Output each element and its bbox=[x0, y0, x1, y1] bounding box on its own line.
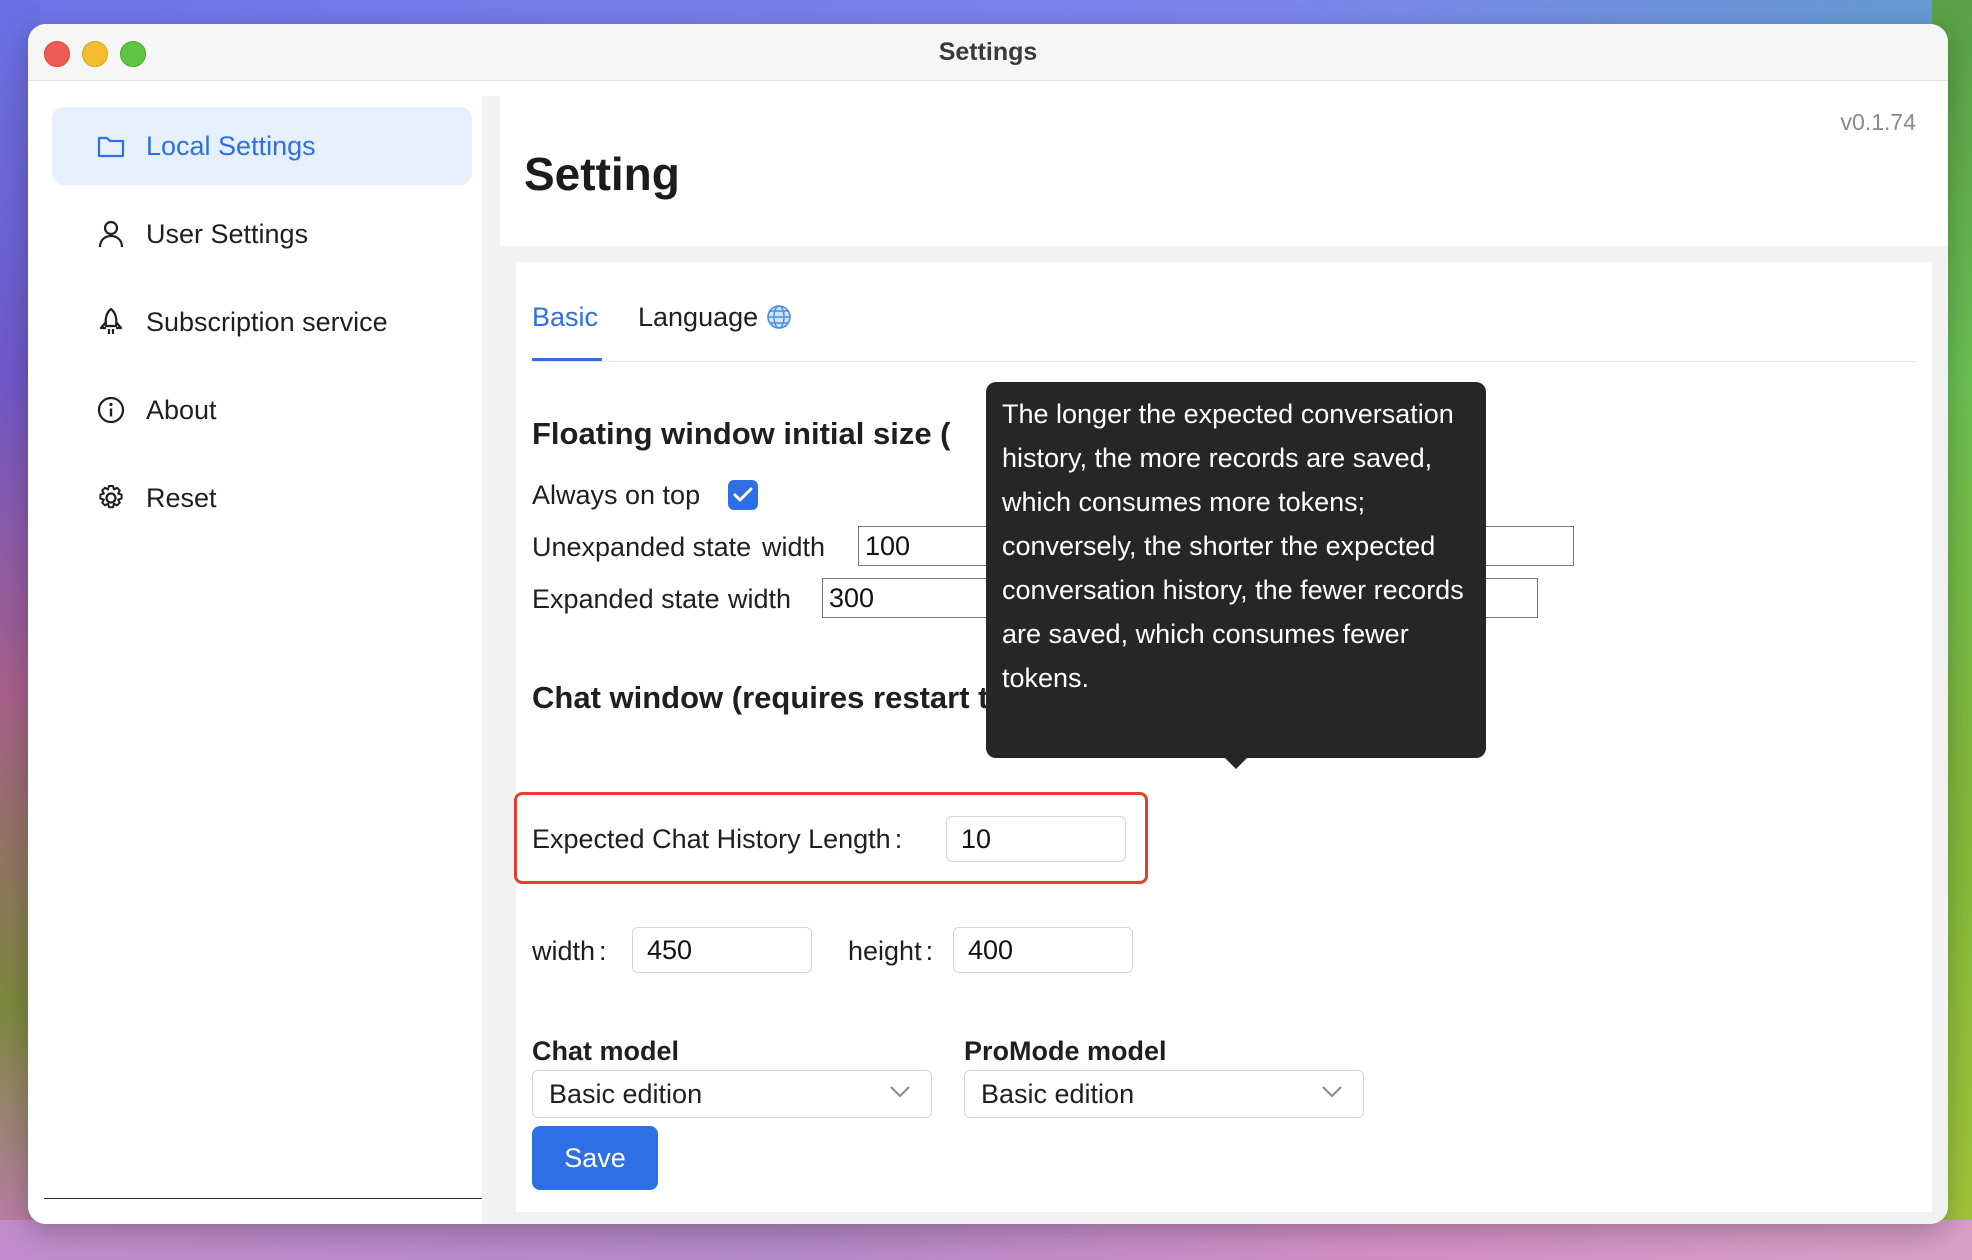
promode-model-label: ProMode model bbox=[964, 1036, 1167, 1066]
rocket-icon bbox=[96, 307, 126, 337]
tab-language[interactable]: Language bbox=[638, 302, 792, 337]
unexpanded-state-label: Unexpanded state bbox=[532, 532, 752, 562]
chat-model-select[interactable]: Basic edition bbox=[532, 1070, 932, 1118]
chat-model-label: Chat model bbox=[532, 1036, 680, 1066]
tab-label: Basic bbox=[532, 302, 599, 332]
chat-height-label: height: bbox=[848, 936, 933, 967]
expanded-width-label: width bbox=[728, 584, 792, 614]
chat-history-length-colon: : bbox=[894, 824, 903, 854]
chat-height-label-text: height bbox=[848, 936, 922, 966]
sidebar-item-subscription-service[interactable]: Subscription service bbox=[52, 283, 472, 361]
chat-height-colon: : bbox=[925, 936, 934, 966]
chat-width-label-text: width bbox=[532, 936, 596, 966]
floating-window-section-title: Floating window initial size ( bbox=[532, 416, 951, 451]
chat-history-length-label: Expected Chat History Length: bbox=[532, 824, 902, 855]
chat-history-tooltip: The longer the expected conversation his… bbox=[986, 382, 1486, 758]
sidebar-item-about[interactable]: About bbox=[52, 371, 472, 449]
sidebar-item-user-settings[interactable]: User Settings bbox=[52, 195, 472, 273]
version-label: v0.1.74 bbox=[1840, 109, 1916, 135]
save-button[interactable]: Save bbox=[532, 1126, 658, 1190]
sidebar-item-reset[interactable]: Reset bbox=[52, 459, 472, 537]
window-title: Settings bbox=[938, 38, 1038, 66]
tabs-divider bbox=[532, 361, 1916, 362]
globe-icon bbox=[766, 304, 792, 337]
chevron-down-icon bbox=[889, 1085, 911, 1104]
user-icon bbox=[96, 219, 126, 249]
sidebar-item-label: User Settings bbox=[146, 218, 309, 249]
chat-model-value: Basic edition bbox=[549, 1078, 703, 1109]
chat-history-length-input[interactable] bbox=[946, 816, 1126, 862]
always-on-top-checkbox[interactable] bbox=[728, 480, 758, 510]
desktop-wallpaper-bottom bbox=[0, 1220, 1972, 1260]
gear-icon bbox=[96, 483, 126, 513]
sidebar-item-label: Subscription service bbox=[146, 306, 388, 337]
always-on-top-label: Always on top bbox=[532, 480, 701, 510]
sidebar: Local Settings User Settings Subscriptio… bbox=[28, 81, 482, 1224]
tab-label: Language bbox=[638, 302, 759, 332]
title-bar: Settings bbox=[28, 24, 1948, 81]
chat-width-input[interactable] bbox=[632, 927, 812, 973]
info-icon bbox=[96, 395, 126, 425]
chevron-down-icon bbox=[1321, 1085, 1343, 1104]
page-title: Setting bbox=[524, 148, 680, 200]
tooltip-arrow bbox=[1224, 757, 1248, 769]
sidebar-item-label: About bbox=[146, 394, 217, 425]
tab-basic[interactable]: Basic bbox=[532, 302, 598, 333]
sidebar-item-label: Reset bbox=[146, 482, 217, 513]
promode-model-value: Basic edition bbox=[981, 1078, 1135, 1109]
sidebar-bottom-line bbox=[44, 1198, 482, 1199]
folder-icon bbox=[96, 131, 126, 161]
sidebar-item-local-settings[interactable]: Local Settings bbox=[52, 107, 472, 185]
chat-width-colon: : bbox=[599, 936, 607, 966]
sidebar-divider bbox=[482, 96, 500, 1224]
sidebar-item-label: Local Settings bbox=[146, 130, 316, 161]
promode-model-select[interactable]: Basic edition bbox=[964, 1070, 1364, 1118]
chat-history-length-label-text: Expected Chat History Length bbox=[532, 824, 891, 854]
chat-height-input[interactable] bbox=[953, 927, 1133, 973]
settings-window: Settings Local Settings User Settings Su… bbox=[28, 24, 1948, 1224]
unexpanded-width-label: width bbox=[762, 532, 826, 562]
chat-width-label: width: bbox=[532, 936, 607, 967]
expanded-state-label: Expanded state bbox=[532, 584, 720, 614]
